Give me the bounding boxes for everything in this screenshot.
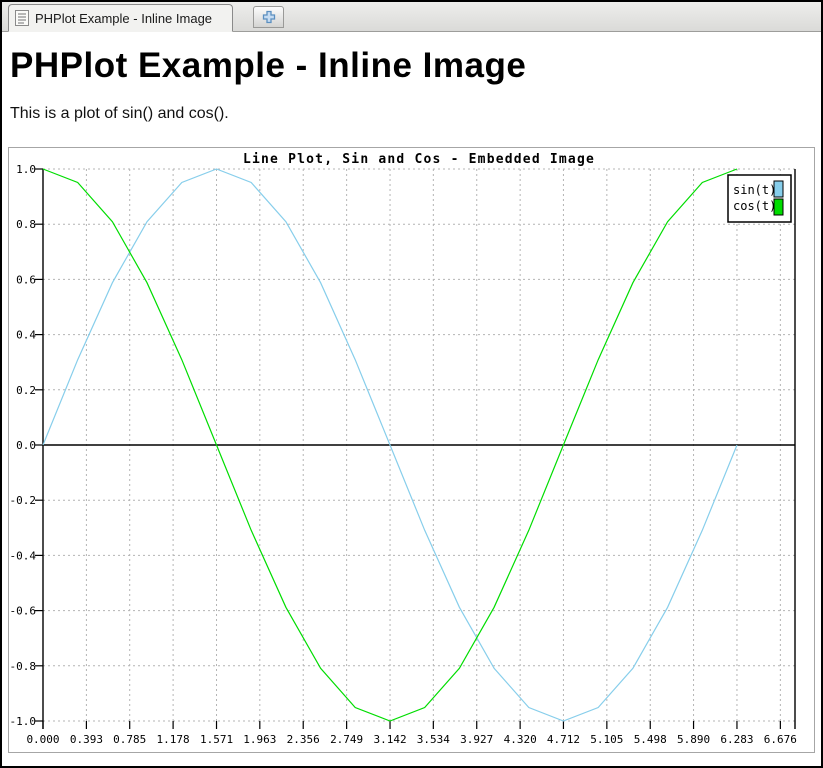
x-tick-label: 2.356 [287, 733, 320, 746]
page-title: PHPlot Example - Inline Image [10, 46, 813, 86]
x-tick-label: 1.963 [243, 733, 276, 746]
y-tick-label: -1.0 [10, 715, 37, 728]
y-tick-label: -0.2 [10, 494, 37, 507]
legend-label: sin(t) [733, 183, 776, 197]
x-tick-label: 6.283 [720, 733, 753, 746]
x-tick-label: 0.785 [113, 733, 146, 746]
y-tick-label: 0.6 [16, 273, 36, 286]
x-tick-label: 3.142 [373, 733, 406, 746]
new-tab-button[interactable] [253, 6, 284, 28]
document-icon [15, 10, 29, 26]
y-tick-label: 0.4 [16, 329, 36, 342]
legend-swatch [774, 199, 783, 215]
y-tick-label: 0.8 [16, 218, 36, 231]
x-tick-label: 1.571 [200, 733, 233, 746]
chart-title: Line Plot, Sin and Cos - Embedded Image [243, 152, 595, 167]
x-tick-label: 5.105 [590, 733, 623, 746]
y-tick-label: -0.4 [10, 549, 37, 562]
y-tick-label: 0.2 [16, 384, 36, 397]
x-tick-label: 3.927 [460, 733, 493, 746]
chart-image: 1.0 0.8 0.6 0.4 0.2 0.0 -0.2 -0.4 -0.6 -0.8 -1.0 0.… [8, 147, 815, 753]
legend-swatch [774, 181, 783, 197]
page-content: PHPlot Example - Inline Image This is a … [2, 46, 821, 753]
y-tick-label: -0.6 [10, 605, 37, 618]
intro-text: This is a plot of sin() and cos(). [10, 104, 813, 123]
plus-icon [261, 9, 277, 25]
x-tick-label: 0.000 [26, 733, 59, 746]
x-tick-label: 3.534 [417, 733, 450, 746]
tab-title: PHPlot Example - Inline Image [35, 11, 212, 26]
x-tick-label: 4.320 [504, 733, 537, 746]
x-tick-label: 6.676 [764, 733, 797, 746]
y-tick-label: -0.8 [10, 660, 37, 673]
browser-window: PHPlot Example - Inline Image PHPlot Exa… [0, 0, 823, 768]
line-chart: 1.0 0.8 0.6 0.4 0.2 0.0 -0.2 -0.4 -0.6 -0.8 -1.0 0.… [9, 148, 814, 752]
x-tick-label: 5.890 [677, 733, 710, 746]
x-tick-label: 1.178 [157, 733, 190, 746]
legend-label: cos(t) [733, 199, 776, 213]
tab-bar: PHPlot Example - Inline Image [2, 2, 821, 32]
y-tick-label: 0.0 [16, 439, 36, 452]
y-tick-label: 1.0 [16, 163, 36, 176]
x-tick-label: 2.749 [330, 733, 363, 746]
x-tick-label: 0.393 [70, 733, 103, 746]
x-tick-label: 5.498 [634, 733, 667, 746]
x-tick-label: 4.712 [547, 733, 580, 746]
tab-phplot-example[interactable]: PHPlot Example - Inline Image [8, 4, 233, 32]
